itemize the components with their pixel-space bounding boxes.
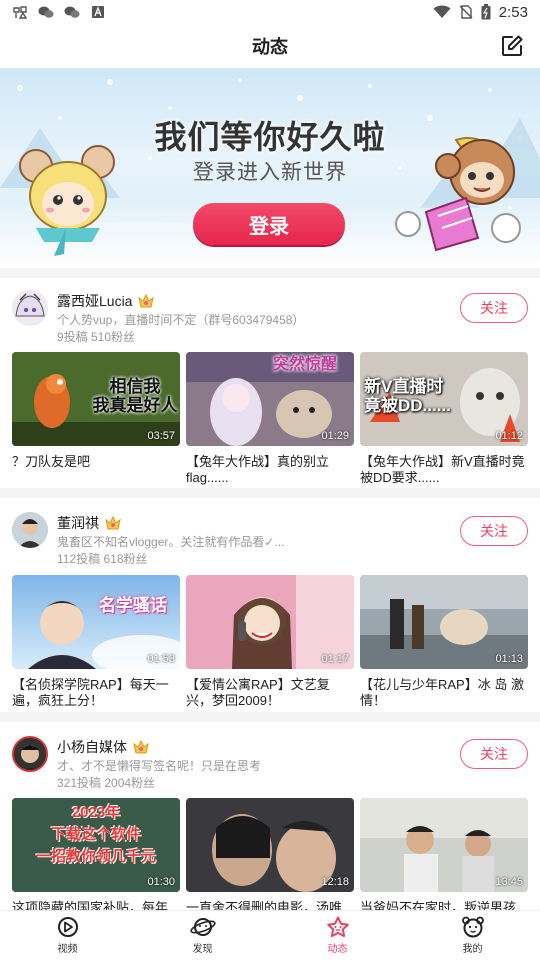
wechat-icon bbox=[64, 6, 80, 18]
notification-icons bbox=[12, 5, 106, 19]
no-sim-icon bbox=[459, 5, 473, 19]
video-thumbnail: 01:13 bbox=[360, 575, 528, 669]
section-divider bbox=[0, 712, 540, 722]
follow-button[interactable]: 关注 bbox=[460, 739, 528, 769]
video-card[interactable]: 名学骚话 01:53 【名侦探学院RAP】每天一遍，疯狂上分！ bbox=[12, 575, 180, 709]
video-duration: 01:53 bbox=[147, 653, 175, 665]
video-duration: 01:30 bbox=[147, 876, 175, 888]
video-card[interactable]: 01:13 【花儿与少年RAP】冰 岛 激 情！ bbox=[360, 575, 528, 709]
section-divider bbox=[0, 268, 540, 278]
section-divider bbox=[0, 488, 540, 498]
thumbnail-text: 相信我 我真是好人 bbox=[92, 377, 178, 415]
avatar[interactable] bbox=[12, 736, 48, 772]
user-description: 个人势vup，直播时间不定（群号603479458） bbox=[57, 313, 305, 327]
tab-label: 视频 bbox=[57, 944, 78, 955]
video-list: 相信我 我真是好人 03:57 ？刀队友是吧 突然惊醒 01:29 【兔年大作战】… bbox=[12, 352, 528, 486]
tab-label: 我的 bbox=[462, 944, 483, 955]
tab-video[interactable]: 视频 bbox=[0, 911, 135, 960]
banner-title: 我们等你好久啦 bbox=[154, 119, 386, 155]
tab-profile[interactable]: 我的 bbox=[405, 911, 540, 960]
user-name: 董润祺 bbox=[57, 515, 99, 531]
user-stats: 112投稿 618粉丝 bbox=[57, 552, 148, 566]
video-thumbnail: 名学骚话 01:53 bbox=[12, 575, 180, 669]
video-card[interactable]: 突然惊醒 01:29 【兔年大作战】真的别立flag...... bbox=[186, 352, 354, 486]
follow-button[interactable]: 关注 bbox=[460, 293, 528, 323]
top-bar: 动态 bbox=[0, 24, 540, 68]
user-stats: 321投稿 2004粉丝 bbox=[57, 776, 156, 790]
tab-discover[interactable]: 发现 bbox=[135, 911, 270, 960]
avatar-image bbox=[12, 290, 48, 326]
video-title: 【兔年大作战】真的别立flag...... bbox=[186, 454, 330, 485]
user-name: 露西娅Lucia bbox=[57, 293, 133, 309]
video-thumbnail: 相信我 我真是好人 03:57 bbox=[12, 352, 180, 446]
user-name-row[interactable]: 露西娅Lucia bbox=[57, 291, 155, 311]
video-thumbnail: 13:45 bbox=[360, 798, 528, 892]
video-title: 【名侦探学院RAP】每天一遍，疯狂上分！ bbox=[12, 677, 169, 708]
user-name-row[interactable]: 董润祺 bbox=[57, 513, 121, 533]
video-card[interactable]: 相信我 我真是好人 03:57 ？刀队友是吧 bbox=[12, 352, 180, 486]
video-duration: 01:12 bbox=[495, 430, 523, 442]
video-duration: 03:57 bbox=[147, 430, 175, 442]
banner-subtitle: 登录进入新世界 bbox=[193, 161, 347, 184]
tab-label: 发现 bbox=[192, 944, 213, 955]
video-thumbnail: 突然惊醒 01:29 bbox=[186, 352, 354, 446]
video-title: 【爱情公寓RAP】文艺复兴，梦回2009！ bbox=[186, 677, 330, 708]
profile-icon bbox=[461, 916, 484, 938]
planet-icon bbox=[189, 918, 216, 936]
avatar-image bbox=[14, 738, 46, 770]
user-description: 才、才不是懒得写签名呢！只是在思考 bbox=[57, 759, 262, 773]
user-feed-card: 董润祺 鬼畜区不知名vlogger。关注就有作品看✓... 112投稿 618粉… bbox=[0, 498, 540, 712]
video-duration: 13:45 bbox=[495, 876, 523, 888]
vip-badge-icon bbox=[138, 294, 155, 308]
video-title: ？刀队友是吧 bbox=[12, 454, 91, 469]
wifi-icon bbox=[433, 5, 451, 18]
user-name: 小杨自媒体 bbox=[57, 739, 127, 755]
tab-label: 动态 bbox=[327, 944, 348, 955]
star-icon bbox=[326, 916, 349, 938]
avatar-image bbox=[12, 512, 48, 548]
video-duration: 01:29 bbox=[321, 430, 349, 442]
thumbnail-text: 突然惊醒 bbox=[272, 356, 337, 373]
vip-badge-icon bbox=[105, 516, 121, 530]
tab-feed[interactable]: 动态 bbox=[270, 911, 405, 960]
user-feed-card: 露西娅Lucia 个人势vup，直播时间不定（群号603479458） 9投稿 … bbox=[0, 278, 540, 486]
video-thumbnail: 2023年 下载这个软件 一招教你领几千元 01:30 bbox=[12, 798, 180, 892]
thumbnail-text: 名学骚话 bbox=[99, 596, 167, 615]
follow-button[interactable]: 关注 bbox=[460, 516, 528, 546]
wechat-icon bbox=[38, 6, 54, 18]
user-feed-card: 小杨自媒体 才、才不是懒得写签名呢！只是在思考 321投稿 2004粉丝 关注 … bbox=[0, 722, 540, 915]
app-notification-icon bbox=[13, 6, 28, 19]
clock: 2:53 bbox=[498, 3, 528, 21]
page-title: 动态 bbox=[252, 37, 288, 57]
status-bar: 2:53 bbox=[0, 0, 540, 24]
video-thumbnail: 01:17 bbox=[186, 575, 354, 669]
thumbnail-text: 新V直播时 竟被DD...... bbox=[364, 377, 451, 415]
edit-icon[interactable] bbox=[500, 34, 524, 58]
login-button[interactable]: 登录 bbox=[193, 203, 345, 245]
video-list: 名学骚话 01:53 【名侦探学院RAP】每天一遍，疯狂上分！ 01:17 【爱… bbox=[12, 575, 528, 709]
video-title: 【花儿与少年RAP】冰 岛 激 情！ bbox=[360, 677, 524, 708]
video-icon bbox=[57, 917, 78, 937]
video-title: 【兔年大作战】新V直播时竟被DD要求...... bbox=[360, 454, 525, 485]
vip-badge-icon bbox=[133, 740, 149, 754]
avatar[interactable] bbox=[12, 512, 48, 548]
login-banner[interactable]: 我们等你好久啦 登录进入新世界 登录 bbox=[0, 68, 540, 268]
video-duration: 01:17 bbox=[321, 653, 349, 665]
video-card[interactable]: 01:17 【爱情公寓RAP】文艺复兴，梦回2009！ bbox=[186, 575, 354, 709]
user-stats: 9投稿 510粉丝 bbox=[57, 330, 136, 344]
bottom-tab-bar: 视频 发现 动态 我的 bbox=[0, 910, 540, 960]
video-thumbnail: 新V直播时 竟被DD...... 01:12 bbox=[360, 352, 528, 446]
video-thumbnail: 12:18 bbox=[186, 798, 354, 892]
avatar[interactable] bbox=[12, 290, 48, 326]
video-duration: 12:18 bbox=[321, 876, 349, 888]
video-duration: 01:13 bbox=[495, 653, 523, 665]
user-description: 鬼畜区不知名vlogger。关注就有作品看✓... bbox=[57, 535, 285, 549]
battery-icon bbox=[481, 4, 491, 20]
thumbnail-text: 2023年 下载这个软件 一招教你领几千元 bbox=[35, 804, 156, 865]
user-name-row[interactable]: 小杨自媒体 bbox=[57, 737, 149, 757]
text-notification-icon bbox=[92, 6, 104, 18]
video-card[interactable]: 新V直播时 竟被DD...... 01:12 【兔年大作战】新V直播时竟被DD要求… bbox=[360, 352, 528, 486]
